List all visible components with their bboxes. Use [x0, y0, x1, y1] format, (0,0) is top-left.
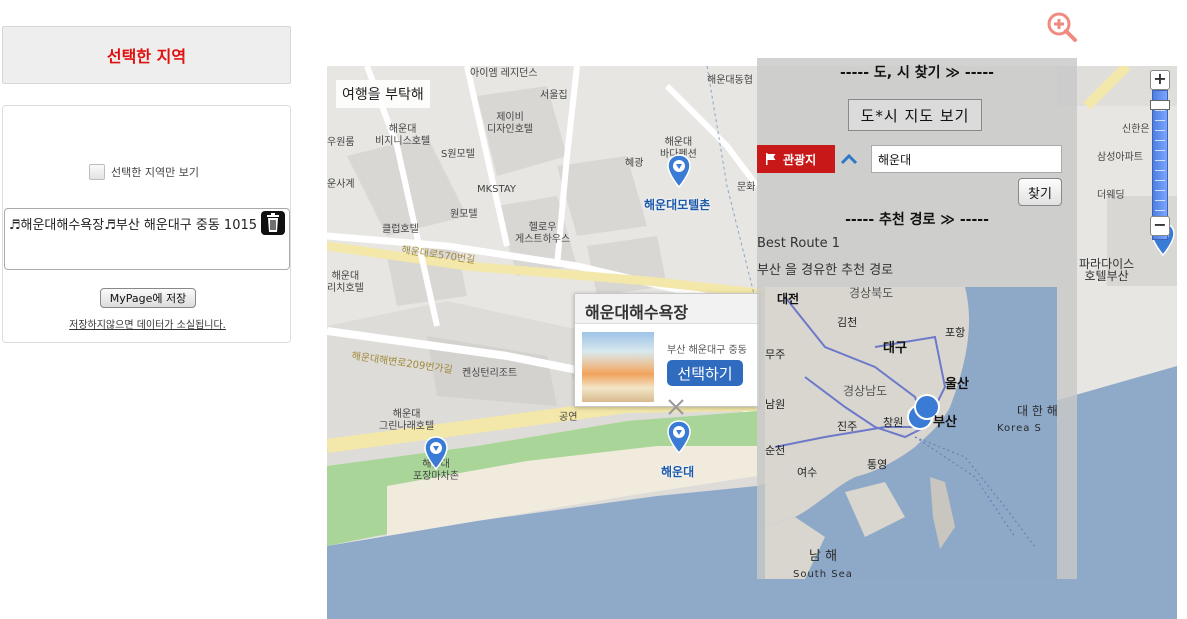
find-region-title[interactable]: ----- 도, 시 찾기 ≫ ----- — [757, 62, 1077, 82]
chevron-up-icon[interactable] — [837, 147, 861, 171]
trash-icon[interactable] — [261, 210, 286, 235]
minimap-label-suncheon: 순천 — [765, 444, 786, 457]
minimap-label-gyeongnam: 경상남도 — [843, 384, 888, 398]
minimap-label-jinju: 진주 — [837, 420, 858, 433]
minimap-label-daegu: 대구 — [883, 341, 907, 356]
view-province-map-button[interactable]: 도*시 지도 보기 — [848, 99, 982, 131]
label-samsung-apt: 삼성아파트 — [1097, 152, 1143, 163]
minimap-label-muju: 무주 — [765, 348, 786, 361]
selected-places-list: ♬해운대해수욕장♬부산 해운대구 중동 1015 — [4, 208, 290, 270]
minimap-label-gimcheon: 김천 — [837, 316, 858, 329]
label-kensington-resort: 켄싱턴리조트 — [462, 368, 518, 379]
label-won-motel: 원모텔 — [450, 209, 478, 220]
label-sagye: 운사계 — [327, 179, 355, 190]
label-wonryu: 우원룸 — [327, 137, 355, 148]
label-hyegwang: 혜광 — [625, 158, 644, 169]
minimap-label-korea-strait-en: Korea S — [997, 423, 1042, 434]
minimap-label-changwon: 창원 — [883, 416, 904, 429]
recommended-route-title[interactable]: ----- 추천 경로 ≫ ----- — [757, 209, 1077, 229]
minimap-label-namwon: 남원 — [765, 398, 786, 411]
save-mypage-button[interactable]: MyPage에 저장 — [100, 288, 196, 308]
label-club-hotel: 클럽호텔 — [382, 224, 419, 235]
label-haeundae-dongyeop: 해운대동협 — [707, 75, 753, 86]
map-zoom-control: + − — [1150, 66, 1172, 266]
popup-address: 부산 해운대구 중동 — [667, 345, 747, 356]
minimap-label-tongyeong: 통영 — [867, 458, 888, 471]
minimap-label-busan: 부산 — [933, 415, 957, 430]
label-hello-guesthouse: 헬로우 게스트하우스 — [515, 222, 571, 245]
selected-region-title: 선택한 지역 — [106, 47, 187, 66]
selected-place-text: ♬해운대해수욕장♬부산 해운대구 중동 1015 — [8, 218, 258, 233]
label-haeundae: 해운대 — [661, 465, 695, 479]
label-s-motel: S원모텔 — [441, 149, 475, 160]
close-icon[interactable] — [665, 396, 687, 418]
minimap-label-pohang: 포항 — [945, 326, 966, 339]
label-munhwa: 문화 — [737, 182, 756, 193]
label-shinhan: 신한은 — [1122, 124, 1150, 135]
popup-title: 해운대해수욕장 — [575, 294, 759, 324]
label-the-wedding: 더웨딩 — [1097, 190, 1125, 201]
minimap-label-daejeon: 대전 — [777, 292, 800, 306]
label-rich-hotel: 해운대 리치호텔 — [327, 271, 364, 294]
label-business-hotel: 해운대 비지니스호텔 — [375, 124, 431, 147]
search-overlay-panel: ----- 도, 시 찾기 ≫ ----- 도*시 지도 보기 관광지 찾기 -… — [757, 58, 1077, 579]
selected-region-header: 선택한 지역 — [2, 26, 291, 84]
label-paradise-hotel: 파라다이스 호텔부산 — [1079, 257, 1135, 283]
map-marker-pocha[interactable] — [424, 436, 448, 470]
minimap-label-south-sea: South Sea — [793, 569, 853, 579]
minimap-label-korea-strait: 대 한 해 — [1017, 404, 1057, 418]
only-selected-toggle[interactable]: 선택한 지역만 보기 — [89, 164, 199, 180]
route-name[interactable]: Best Route 1 — [757, 236, 840, 251]
zoom-slider-knob[interactable] — [1150, 100, 1170, 110]
zoom-in-icon[interactable] — [1046, 11, 1078, 43]
unsaved-warning-text: 저장하지않으면 데이터가 소실됩니다. — [69, 320, 226, 331]
minimap-label-namhae: 남 해 — [809, 549, 838, 564]
map-marker-motel-village[interactable] — [667, 154, 691, 188]
label-haeundae-motel-village: 해운대모텔촌 — [644, 198, 711, 212]
find-button[interactable]: 찾기 — [1018, 178, 1062, 206]
map-marker-haeundae[interactable] — [667, 420, 691, 454]
label-aim-residence: 아이엠 레지던스 — [470, 68, 538, 79]
route-minimap[interactable]: 대전 경상북도 김천 포항 대구 울산 경상남도 창원 부산 진주 통영 여수 … — [765, 287, 1057, 579]
label-mkstay: MKSTAY — [477, 184, 517, 195]
select-place-button[interactable]: 선택하기 — [667, 360, 743, 386]
minimap-label-gyeongbuk: 경상북도 — [849, 287, 894, 300]
beach-thumbnail-image — [582, 332, 654, 402]
flag-icon — [766, 153, 776, 165]
label-seoul-jip: 서울집 — [540, 90, 568, 101]
category-label: 관광지 — [783, 152, 817, 167]
minimap-label-yeosu: 여수 — [797, 466, 818, 479]
only-selected-checkbox[interactable] — [89, 164, 105, 180]
place-info-popup: 해운대해수욕장 부산 해운대구 중동 선택하기 — [574, 293, 760, 407]
zoom-out-button[interactable]: − — [1150, 216, 1170, 236]
selected-region-panel: 선택한 지역만 보기 ♬해운대해수욕장♬부산 해운대구 중동 1015 MyPa… — [2, 105, 291, 343]
route-description: 부산 을 경유한 추천 경로 — [757, 263, 894, 278]
category-tourism-button[interactable]: 관광지 — [757, 145, 835, 173]
label-green-narae-hotel: 해운대 그린나래호텔 — [379, 409, 435, 432]
label-gongyeon: 공연 — [559, 412, 578, 423]
travel-request-tag: 여행을 부탁해 — [336, 80, 430, 108]
label-jeibi-hotel: 제이비 디자인호텔 — [487, 112, 533, 135]
place-search-input[interactable] — [871, 145, 1062, 173]
zoom-in-button[interactable]: + — [1150, 70, 1170, 90]
only-selected-label: 선택한 지역만 보기 — [111, 166, 199, 179]
minimap-label-ulsan: 울산 — [945, 377, 969, 392]
